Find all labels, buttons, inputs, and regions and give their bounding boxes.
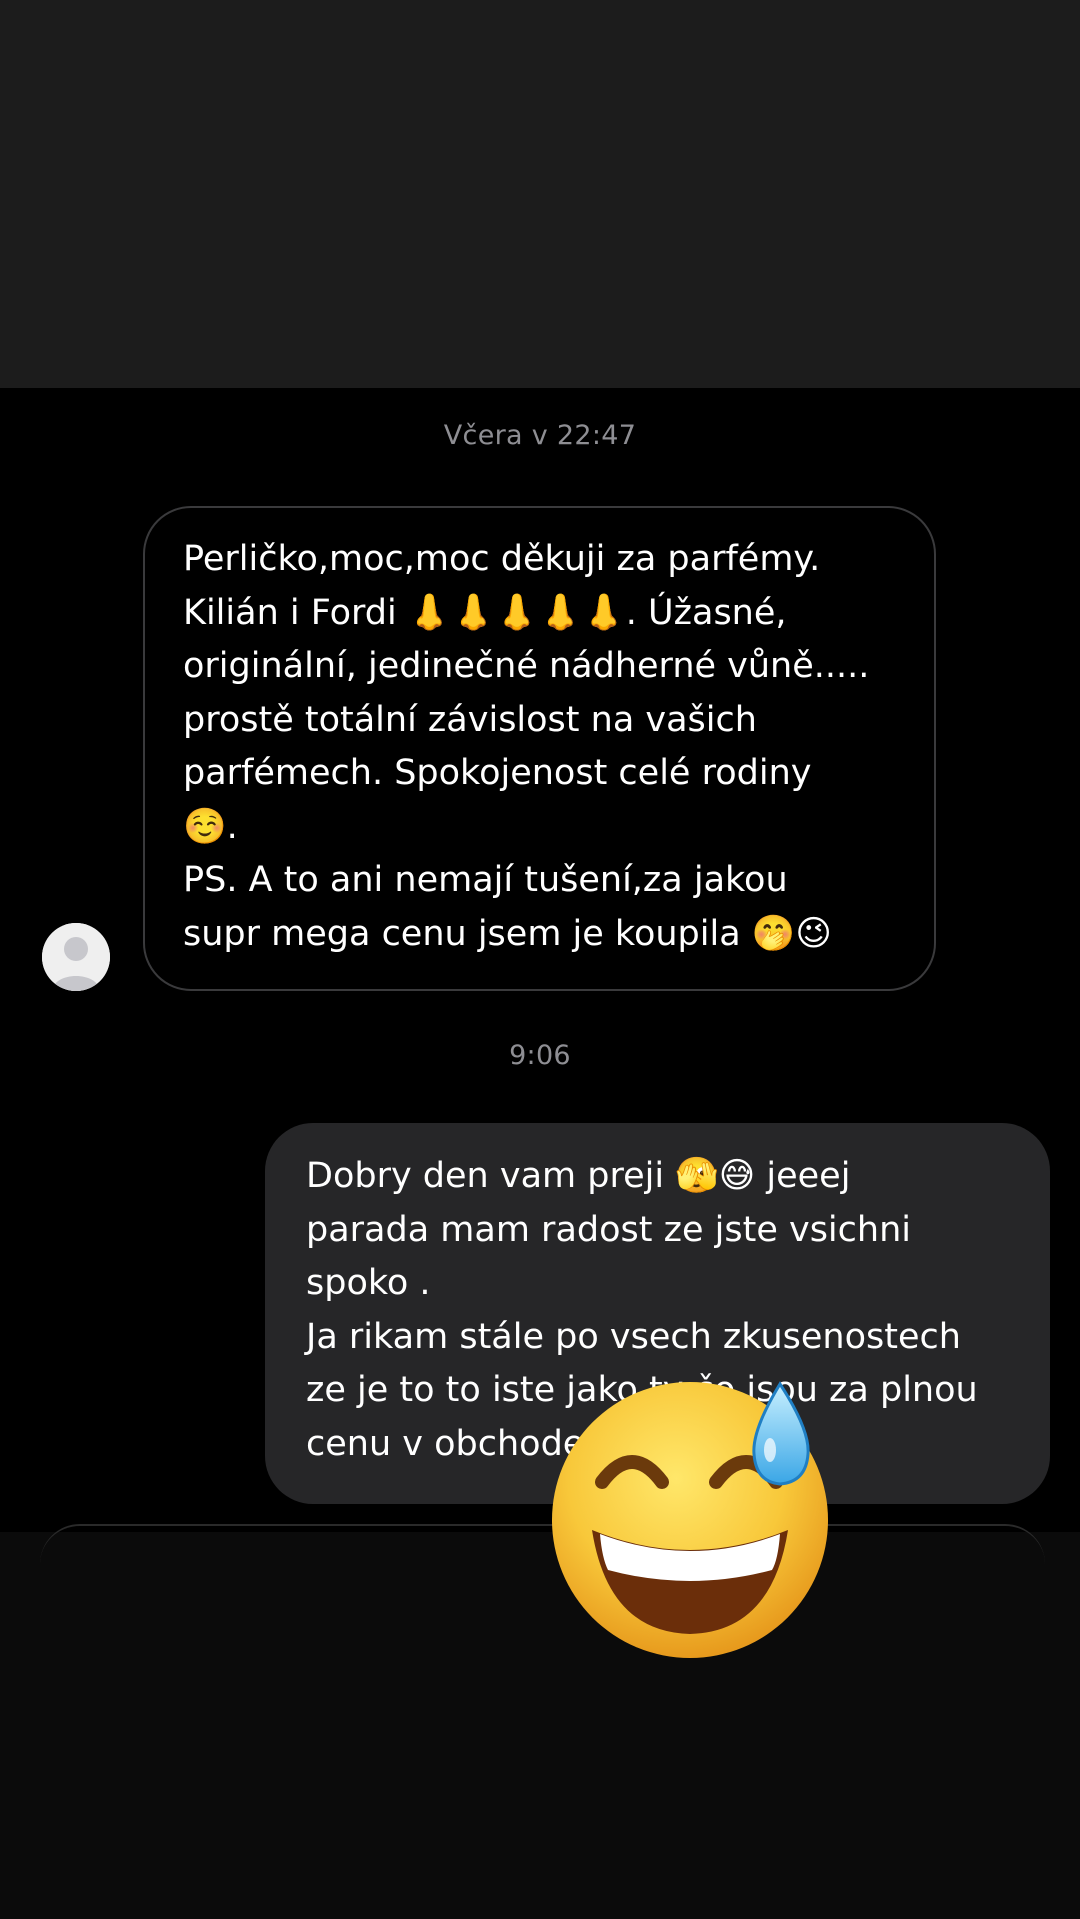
dm-screen: Včera v 22:47 Perličko,moc,moc děkuji za…	[0, 0, 1080, 1919]
message-timestamp: Včera v 22:47	[443, 420, 637, 451]
received-message-bubble[interactable]: Perličko,moc,moc děkuji za parfémy. Kili…	[143, 506, 936, 991]
default-avatar-icon	[42, 923, 110, 991]
story-header-area	[0, 0, 1080, 388]
sender-avatar[interactable]	[42, 923, 110, 991]
message-timestamp: 9:06	[509, 1040, 571, 1071]
grinning-sweat-emoji-icon[interactable]	[540, 1370, 840, 1670]
emoji-sticker-graphic	[552, 1381, 828, 1658]
